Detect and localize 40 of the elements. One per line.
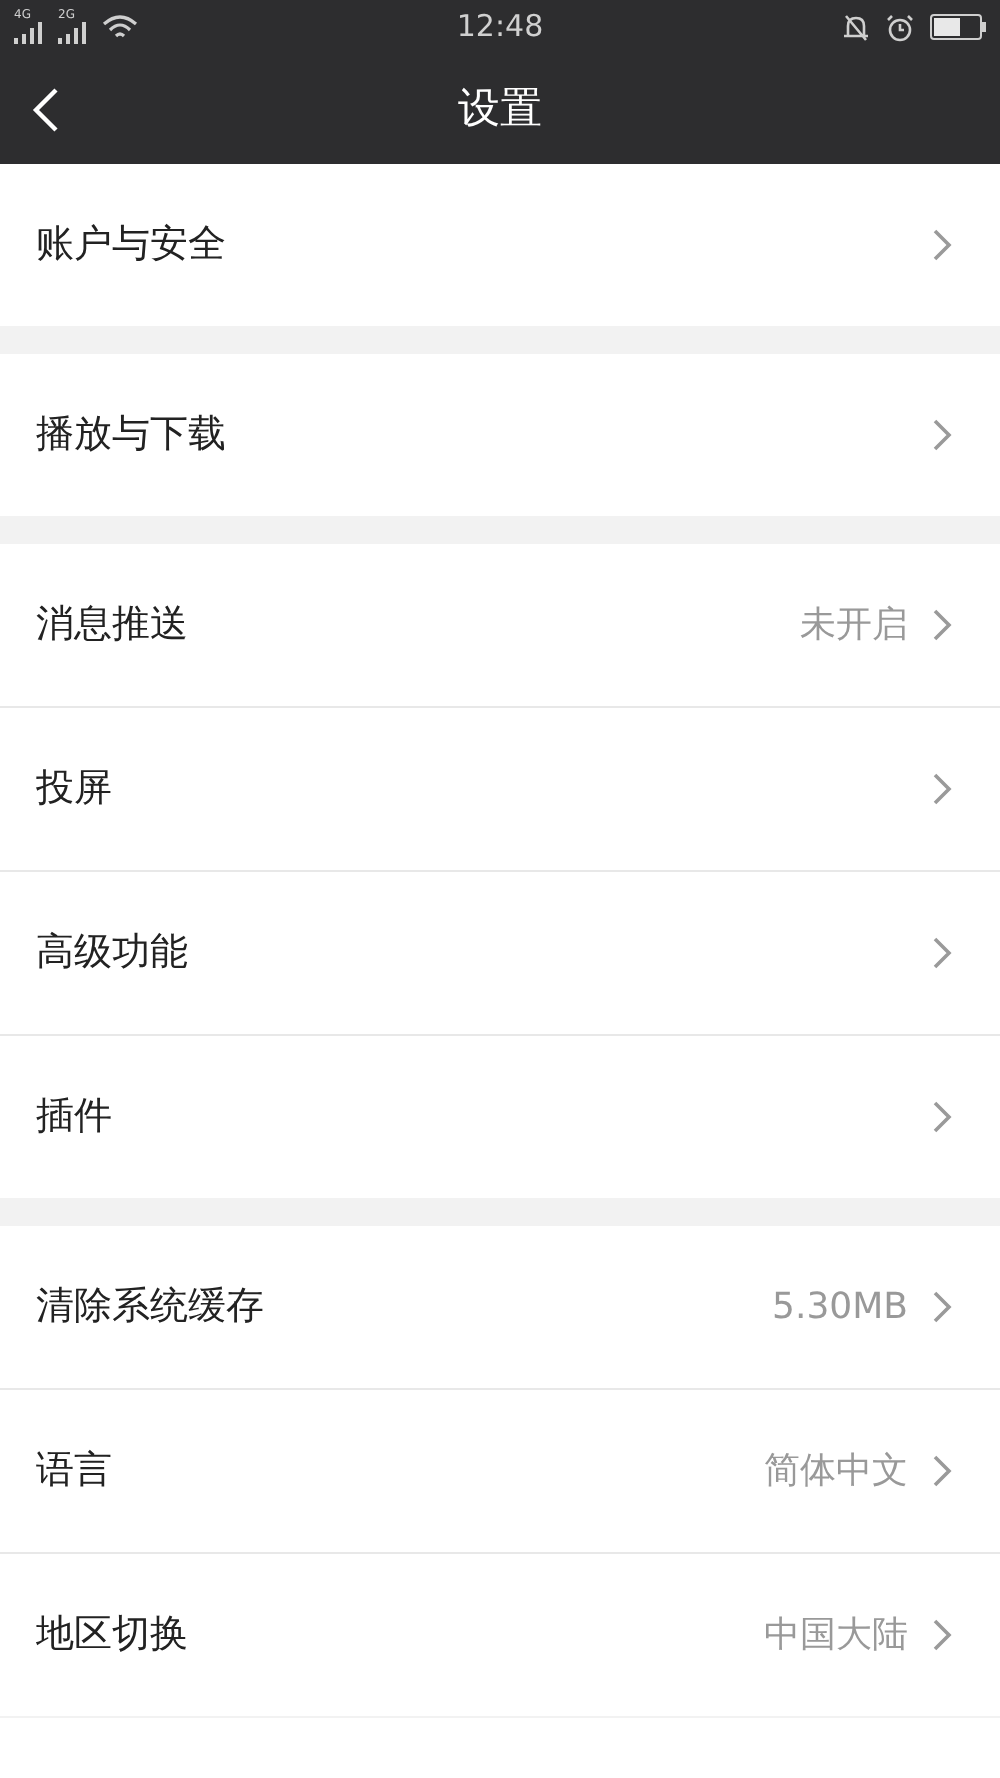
alarm-icon <box>886 13 914 41</box>
settings-row[interactable]: 清除系统缓存 5.30MB <box>0 1226 1000 1388</box>
settings-row[interactable]: 语言 简体中文 <box>0 1390 1000 1552</box>
row-value: 未开启 <box>800 602 908 650</box>
row-label: 清除系统缓存 <box>36 1282 264 1333</box>
chevron-right-icon <box>932 608 952 642</box>
row-value: 简体中文 <box>764 1448 908 1496</box>
row-value: 5.30MB <box>772 1284 908 1332</box>
settings-row[interactable]: 播放与下载 <box>0 354 1000 516</box>
settings-row[interactable]: 投屏 <box>0 708 1000 870</box>
back-icon <box>32 85 60 133</box>
settings-row[interactable]: 高级功能 <box>0 872 1000 1034</box>
settings-row[interactable]: 消息推送 未开启 <box>0 544 1000 706</box>
chevron-right-icon <box>932 1454 952 1488</box>
row-label: 播放与下载 <box>36 410 226 461</box>
page-title: 设置 <box>458 81 542 136</box>
row-label: 消息推送 <box>36 600 188 651</box>
battery-icon <box>930 14 986 40</box>
row-value: 中国大陆 <box>764 1612 908 1660</box>
chevron-right-icon <box>932 1290 952 1324</box>
row-label: 高级功能 <box>36 928 188 979</box>
wifi-icon <box>102 13 138 41</box>
row-label: 语言 <box>36 1446 112 1497</box>
row-label: 地区切换 <box>36 1610 188 1661</box>
row-label: 账户与安全 <box>36 220 226 271</box>
settings-row[interactable]: 插件 <box>0 1036 1000 1198</box>
chevron-right-icon <box>932 1100 952 1134</box>
chevron-right-icon <box>932 936 952 970</box>
settings-row[interactable]: 地区切换 中国大陆 <box>0 1554 1000 1716</box>
signal-icon <box>58 21 90 45</box>
settings-row[interactable]: 账户与安全 <box>0 164 1000 326</box>
muted-bell-icon <box>842 13 870 41</box>
signal-icon <box>14 21 46 45</box>
chevron-right-icon <box>932 228 952 262</box>
chevron-right-icon <box>932 1618 952 1652</box>
chevron-right-icon <box>932 418 952 452</box>
row-label: 投屏 <box>36 764 112 815</box>
row-label: 插件 <box>36 1092 112 1143</box>
status-time: 12:48 <box>456 6 544 49</box>
chevron-right-icon <box>932 772 952 806</box>
